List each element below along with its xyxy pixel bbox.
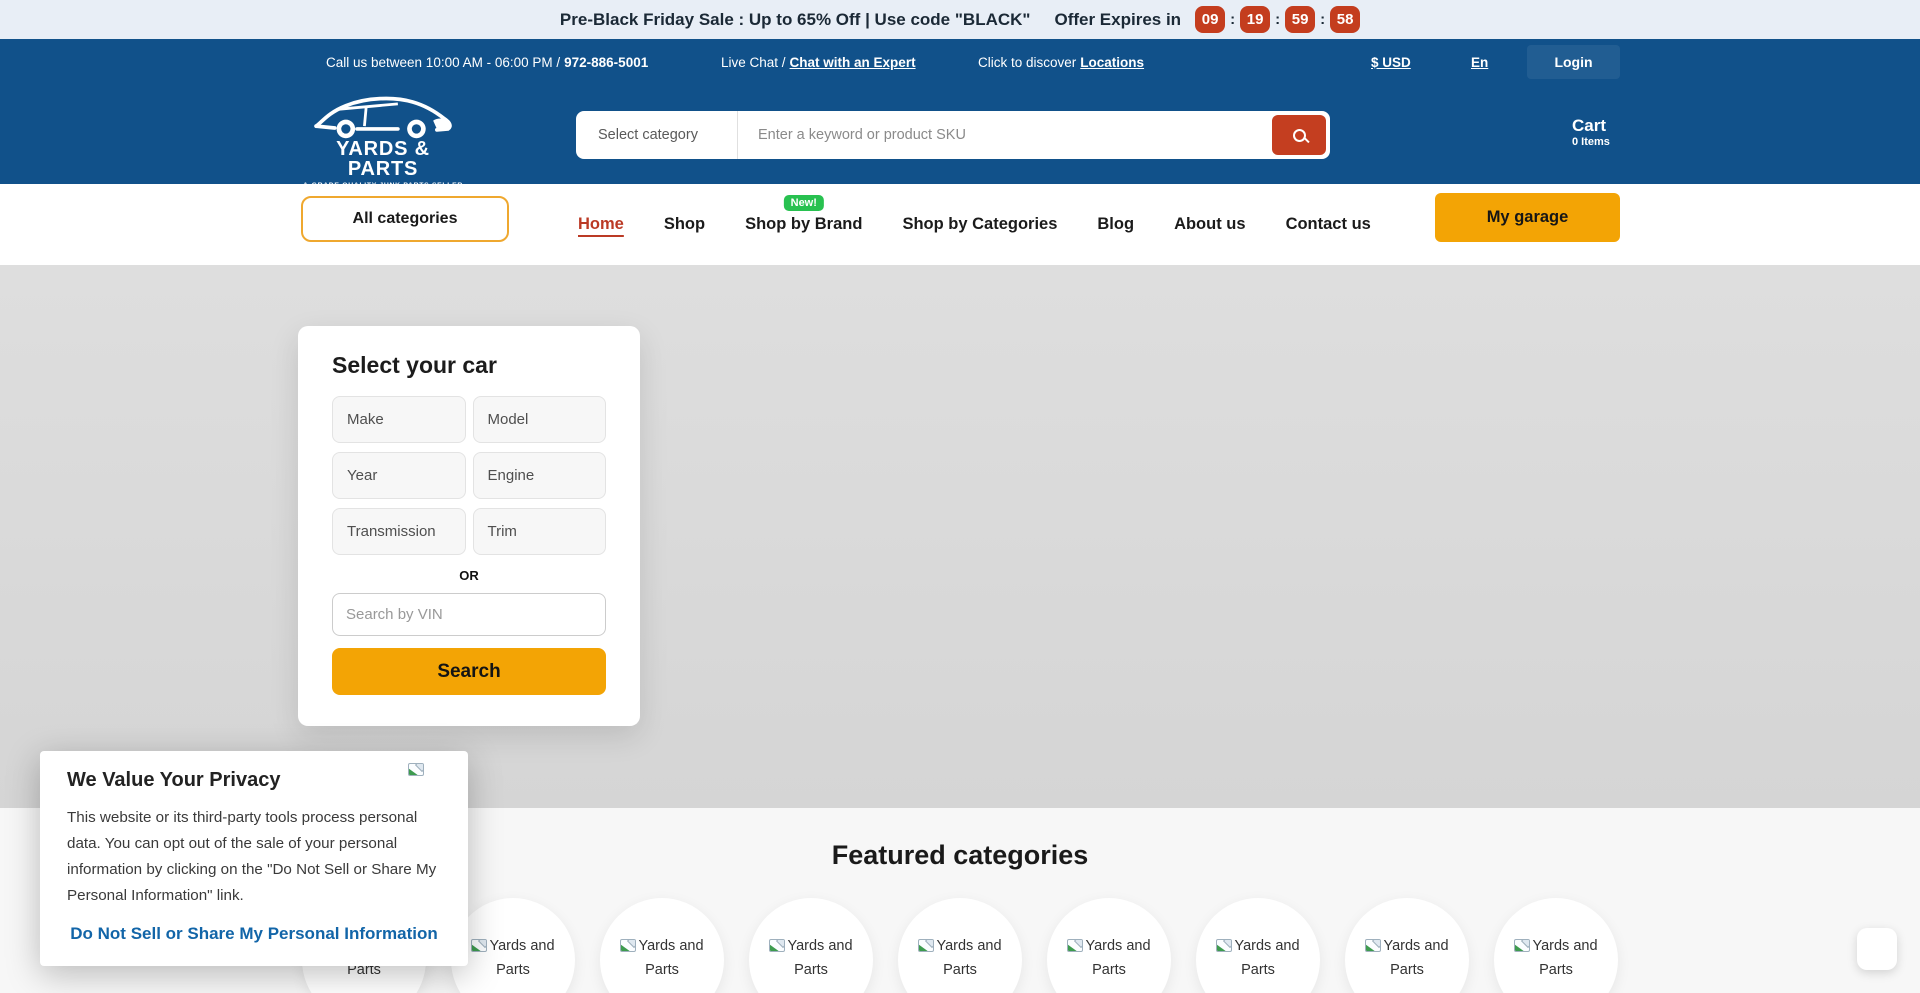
countdown-days: 09 [1195,6,1225,33]
nav-item-about-us[interactable]: About us [1174,215,1246,234]
login-button[interactable]: Login [1527,45,1620,79]
broken-image-icon [620,939,636,952]
top-utility-bar: Call us between 10:00 AM - 06:00 PM / 97… [0,39,1920,85]
call-hours-label: Call us between 10:00 AM - 06:00 PM / [326,55,560,70]
nav-item-shop[interactable]: Shop [664,215,705,234]
category-circle[interactable]: Yards and Parts [749,898,873,993]
cart-widget[interactable]: Cart 0 Items [1572,117,1610,148]
car-search-button[interactable]: Search [332,648,606,695]
privacy-consent-popup: We Value Your Privacy This website or it… [40,751,468,966]
currency-selector[interactable]: $ USD [1371,39,1411,85]
phone-number[interactable]: 972-886-5001 [564,55,648,70]
model-select[interactable]: Model [473,396,607,443]
vin-search-input[interactable] [332,593,606,636]
live-chat-label: Live Chat / [721,55,786,70]
broken-image-icon [1365,939,1381,952]
privacy-body: This website or its third-party tools pr… [67,805,441,909]
nav-item-contact-us[interactable]: Contact us [1286,215,1371,234]
search-input[interactable] [738,111,1330,159]
new-badge: New! [784,195,824,211]
countdown-timer: 09 : 19 : 59 : 58 [1195,6,1360,33]
broken-image-icon [408,763,424,776]
transmission-select[interactable]: Transmission [332,508,466,555]
car-logo-icon [307,89,459,141]
offer-expires-label: Offer Expires in [1054,10,1181,30]
page: Pre-Black Friday Sale : Up to 65% Off | … [0,0,1920,993]
nav-item-blog[interactable]: Blog [1097,215,1134,234]
nav-item-shop-by-categories[interactable]: Shop by Categories [902,215,1057,234]
logo-title: YARDS & PARTS [299,139,467,179]
chat-widget-button[interactable] [1857,928,1897,970]
sale-banner: Pre-Black Friday Sale : Up to 65% Off | … [0,0,1920,39]
trim-select[interactable]: Trim [473,508,607,555]
cart-label: Cart [1572,117,1610,136]
locations-link[interactable]: Locations [1080,55,1144,70]
masthead: YARDS & PARTS A-GRADE QUALITY JUNK PARTS… [0,85,1920,184]
chat-with-expert-link[interactable]: Chat with an Expert [790,55,916,70]
make-select[interactable]: Make [332,396,466,443]
locations: Click to discover Locations [978,39,1144,85]
broken-image-icon [471,939,487,952]
discover-label: Click to discover [978,55,1076,70]
broken-image-icon [1514,939,1530,952]
all-categories-button[interactable]: All categories [301,196,509,242]
category-circle[interactable]: Yards and Parts [1494,898,1618,993]
category-dropdown[interactable]: Select category [576,111,738,159]
nav-item-home[interactable]: Home [578,215,624,234]
category-circle[interactable]: Yards and Parts [1196,898,1320,993]
broken-image-icon [918,939,934,952]
site-logo[interactable]: YARDS & PARTS A-GRADE QUALITY JUNK PARTS… [299,89,467,189]
countdown-seconds: 58 [1330,6,1360,33]
car-selector-title: Select your car [332,352,606,379]
category-circle[interactable]: Yards and Parts [1345,898,1469,993]
my-garage-button[interactable]: My garage [1435,193,1620,242]
sale-text: Pre-Black Friday Sale : Up to 65% Off | … [560,10,1031,30]
countdown-minutes: 59 [1285,6,1315,33]
call-info: Call us between 10:00 AM - 06:00 PM / 97… [326,39,648,85]
hero-section: Select your car Make Model Year Engine T… [0,265,1920,808]
category-circle[interactable]: Yards and Parts [1047,898,1171,993]
main-navigation: All categories Home Shop New! Shop by Br… [0,184,1920,265]
car-selector-card: Select your car Make Model Year Engine T… [298,326,640,726]
nav-item-shop-by-brand[interactable]: New! Shop by Brand [745,215,862,234]
broken-image-icon [1216,939,1232,952]
car-selector-grid: Make Model Year Engine Transmission Trim [332,396,606,555]
search-button[interactable] [1272,115,1326,155]
category-circle[interactable]: Yards and Parts [451,898,575,993]
nav-links: Home Shop New! Shop by Brand Shop by Cat… [578,184,1371,265]
category-circle[interactable]: Yards and Parts [600,898,724,993]
countdown-hours: 19 [1240,6,1270,33]
broken-image-icon [1067,939,1083,952]
language-selector[interactable]: En [1471,39,1488,85]
category-circle-row: Yards and Parts Yards and Parts Yards an… [302,898,1618,993]
broken-image-icon [769,939,785,952]
category-circle[interactable]: Yards and Parts [898,898,1022,993]
privacy-title: We Value Your Privacy [67,769,441,792]
engine-select[interactable]: Engine [473,452,607,499]
search-icon [1293,129,1306,142]
or-separator: OR [332,568,606,583]
live-chat: Live Chat / Chat with an Expert [721,39,916,85]
product-search-bar: Select category [576,111,1330,159]
do-not-sell-link[interactable]: Do Not Sell or Share My Personal Informa… [67,924,441,944]
year-select[interactable]: Year [332,452,466,499]
cart-items-count: 0 Items [1572,136,1610,148]
